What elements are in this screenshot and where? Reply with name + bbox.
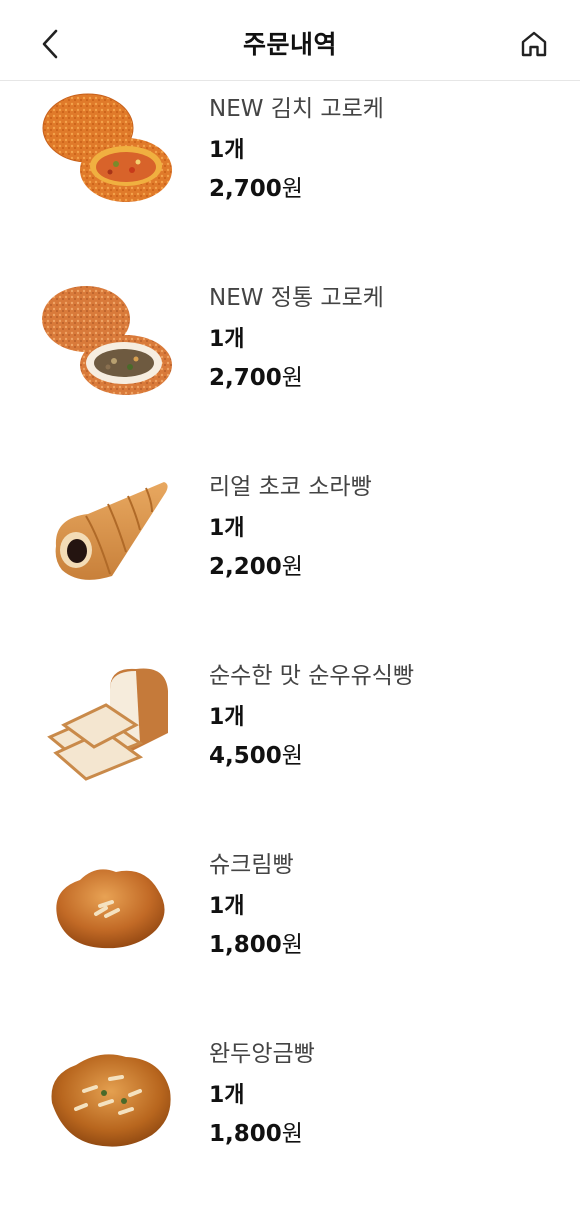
item-price: 4,500원 [209, 742, 414, 770]
item-info: 슈크림빵 1개 1,800원 [209, 851, 303, 959]
home-icon [521, 31, 547, 57]
item-name: NEW 김치 고로케 [209, 96, 384, 122]
price-unit: 원 [281, 932, 303, 958]
chocolate-cornet-image [55, 482, 168, 580]
item-quantity: 1개 [209, 705, 245, 730]
order-item[interactable]: NEW 김치 고로케 1개 2,700원 [0, 80, 580, 269]
price-value: 1,800 [209, 932, 282, 958]
order-item[interactable]: 완두앙금빵 1개 1,800원 [0, 1025, 580, 1214]
order-item[interactable]: NEW 정통 고로케 1개 2,700원 [0, 269, 580, 458]
price-value: 2,200 [209, 554, 282, 580]
pea-paste-bun-image [51, 1054, 171, 1147]
order-item[interactable]: 순수한 맛 순우유식빵 1개 4,500원 [0, 647, 580, 836]
price-unit: 원 [281, 743, 303, 769]
item-price: 2,700원 [209, 175, 384, 203]
price-unit: 원 [281, 1121, 303, 1147]
price-value: 4,500 [209, 743, 282, 769]
item-info: 리얼 초코 소라빵 1개 2,200원 [209, 473, 372, 581]
page-title: 주문내역 [242, 30, 337, 59]
item-name: 리얼 초코 소라빵 [209, 474, 372, 500]
item-quantity: 1개 [209, 138, 245, 163]
item-info: 완두앙금빵 1개 1,800원 [209, 1040, 315, 1148]
item-price: 2,700원 [209, 364, 384, 392]
item-name: 완두앙금빵 [209, 1041, 315, 1067]
item-name: 슈크림빵 [209, 852, 294, 878]
price-unit: 원 [281, 365, 303, 391]
item-name: NEW 정통 고로케 [209, 285, 384, 311]
price-unit: 원 [281, 554, 303, 580]
price-value: 2,700 [209, 176, 282, 202]
order-item[interactable]: 슈크림빵 1개 1,800원 [0, 836, 580, 1025]
item-quantity: 1개 [209, 1083, 245, 1108]
home-button[interactable] [512, 22, 556, 66]
order-item[interactable]: 리얼 초코 소라빵 1개 2,200원 [0, 458, 580, 647]
price-value: 1,800 [209, 1121, 282, 1147]
cream-bun-image [56, 869, 165, 949]
item-name: 순수한 맛 순우유식빵 [209, 663, 415, 689]
item-info: NEW 정통 고로케 1개 2,700원 [209, 284, 384, 392]
item-price: 2,200원 [209, 553, 372, 581]
item-quantity: 1개 [209, 327, 245, 352]
item-quantity: 1개 [209, 516, 245, 541]
item-quantity: 1개 [209, 894, 245, 919]
item-price: 1,800원 [209, 1120, 315, 1148]
item-info: 순수한 맛 순우유식빵 1개 4,500원 [209, 662, 414, 770]
item-info: NEW 김치 고로케 1개 2,700원 [209, 95, 384, 203]
kimchi-croquette-image [42, 93, 172, 202]
top-bar: 주문내역 [0, 0, 580, 81]
price-value: 2,700 [209, 365, 282, 391]
item-price: 1,800원 [209, 931, 303, 959]
price-unit: 원 [281, 176, 303, 202]
classic-croquette-image [42, 286, 172, 395]
milk-bread-loaf-image [47, 668, 168, 781]
order-list: NEW 김치 고로케 1개 2,700원 NEW 정통 고로케 1개 2,700… [0, 80, 580, 1214]
